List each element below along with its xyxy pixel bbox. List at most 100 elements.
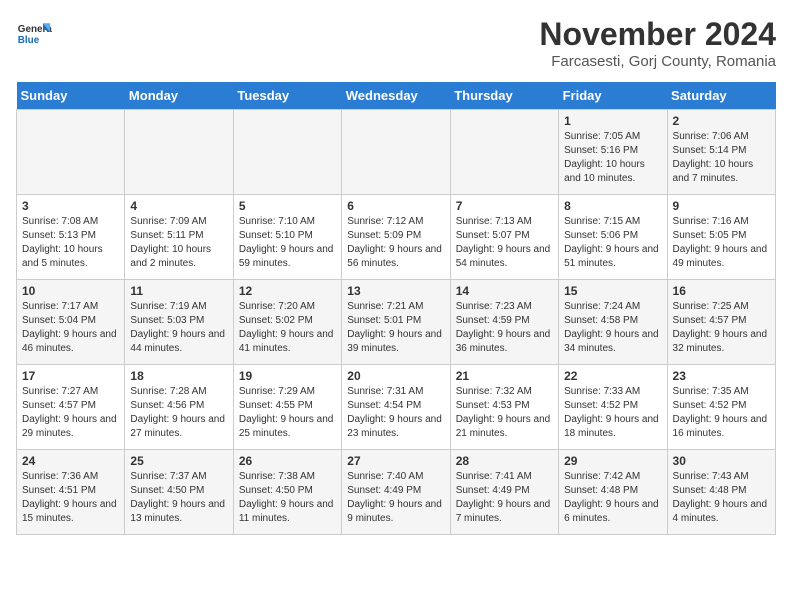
weekday-header-friday: Friday [559,82,667,110]
logo-icon: General Blue [16,16,52,52]
day-info: Sunrise: 7:21 AM Sunset: 5:01 PM Dayligh… [347,300,444,356]
day-number: 2 [673,114,770,128]
day-number: 8 [564,199,661,213]
day-info: Sunrise: 7:17 AM Sunset: 5:04 PM Dayligh… [22,300,119,356]
day-info: Sunrise: 7:42 AM Sunset: 4:48 PM Dayligh… [564,470,661,526]
calendar-cell: 25 Sunrise: 7:37 AM Sunset: 4:50 PM Dayli… [125,450,233,535]
calendar-cell: 21 Sunrise: 7:32 AM Sunset: 4:53 PM Dayli… [450,365,558,450]
day-info: Sunrise: 7:24 AM Sunset: 4:58 PM Dayligh… [564,300,661,356]
calendar-week-row: 3Sunrise: 7:08 AM Sunset: 5:13 PM Daylig… [17,195,776,280]
day-number: 24 [22,454,119,468]
weekday-header-monday: Monday [125,82,233,110]
calendar-cell [17,110,125,195]
day-info: Sunrise: 7:13 AM Sunset: 5:07 PM Dayligh… [456,215,553,271]
calendar-cell: 6Sunrise: 7:12 AM Sunset: 5:09 PM Daylig… [342,195,450,280]
calendar-cell: 15 Sunrise: 7:24 AM Sunset: 4:58 PM Dayli… [559,280,667,365]
calendar-cell: 7 Sunrise: 7:13 AM Sunset: 5:07 PM Daylig… [450,195,558,280]
day-info: Sunrise: 7:36 AM Sunset: 4:51 PM Dayligh… [22,470,119,526]
calendar-cell [450,110,558,195]
calendar-cell: 8 Sunrise: 7:15 AM Sunset: 5:06 PM Daylig… [559,195,667,280]
day-number: 26 [239,454,336,468]
day-number: 6 [347,199,444,213]
day-info: Sunrise: 7:29 AM Sunset: 4:55 PM Dayligh… [239,385,336,441]
calendar-week-row: 10Sunrise: 7:17 AM Sunset: 5:04 PM Dayli… [17,280,776,365]
day-number: 18 [130,369,227,383]
day-info: Sunrise: 7:06 AM Sunset: 5:14 PM Dayligh… [673,130,770,186]
day-number: 12 [239,284,336,298]
calendar-cell: 1Sunrise: 7:05 AM Sunset: 5:16 PM Daylig… [559,110,667,195]
calendar-cell: 28Sunrise: 7:41 AM Sunset: 4:49 PM Dayli… [450,450,558,535]
calendar-cell: 22 Sunrise: 7:33 AM Sunset: 4:52 PM Dayli… [559,365,667,450]
calendar-cell: 23 Sunrise: 7:35 AM Sunset: 4:52 PM Dayli… [667,365,775,450]
calendar-cell: 10Sunrise: 7:17 AM Sunset: 5:04 PM Dayli… [17,280,125,365]
calendar-cell: 16Sunrise: 7:25 AM Sunset: 4:57 PM Dayli… [667,280,775,365]
calendar-cell: 27 Sunrise: 7:40 AM Sunset: 4:49 PM Dayli… [342,450,450,535]
calendar-cell: 19 Sunrise: 7:29 AM Sunset: 4:55 PM Dayli… [233,365,341,450]
day-number: 14 [456,284,553,298]
weekday-header-row: SundayMondayTuesdayWednesdayThursdayFrid… [17,82,776,110]
calendar-cell [125,110,233,195]
day-info: Sunrise: 7:37 AM Sunset: 4:50 PM Dayligh… [130,470,227,526]
calendar-cell: 14Sunrise: 7:23 AM Sunset: 4:59 PM Dayli… [450,280,558,365]
title-section: November 2024 Farcasesti, Gorj County, R… [539,16,776,70]
day-info: Sunrise: 7:15 AM Sunset: 5:06 PM Dayligh… [564,215,661,271]
weekday-header-saturday: Saturday [667,82,775,110]
day-number: 22 [564,369,661,383]
day-info: Sunrise: 7:27 AM Sunset: 4:57 PM Dayligh… [22,385,119,441]
day-number: 13 [347,284,444,298]
day-number: 27 [347,454,444,468]
day-info: Sunrise: 7:38 AM Sunset: 4:50 PM Dayligh… [239,470,336,526]
calendar-week-row: 24 Sunrise: 7:36 AM Sunset: 4:51 PM Dayli… [17,450,776,535]
calendar-cell: 12 Sunrise: 7:20 AM Sunset: 5:02 PM Dayli… [233,280,341,365]
day-number: 11 [130,284,227,298]
calendar-cell: 3Sunrise: 7:08 AM Sunset: 5:13 PM Daylig… [17,195,125,280]
day-info: Sunrise: 7:16 AM Sunset: 5:05 PM Dayligh… [673,215,770,271]
calendar-cell: 5Sunrise: 7:10 AM Sunset: 5:10 PM Daylig… [233,195,341,280]
day-number: 28 [456,454,553,468]
weekday-header-thursday: Thursday [450,82,558,110]
calendar-cell: 26 Sunrise: 7:38 AM Sunset: 4:50 PM Dayli… [233,450,341,535]
day-number: 19 [239,369,336,383]
day-number: 15 [564,284,661,298]
calendar-cell: 29 Sunrise: 7:42 AM Sunset: 4:48 PM Dayli… [559,450,667,535]
day-number: 5 [239,199,336,213]
day-info: Sunrise: 7:33 AM Sunset: 4:52 PM Dayligh… [564,385,661,441]
calendar-cell: 30Sunrise: 7:43 AM Sunset: 4:48 PM Dayli… [667,450,775,535]
logo: General Blue [16,16,52,52]
day-number: 23 [673,369,770,383]
day-info: Sunrise: 7:09 AM Sunset: 5:11 PM Dayligh… [130,215,227,271]
calendar-cell: 17 Sunrise: 7:27 AM Sunset: 4:57 PM Dayli… [17,365,125,450]
day-number: 1 [564,114,661,128]
header: General Blue November 2024 Farcasesti, G… [16,16,776,70]
calendar-cell: 11 Sunrise: 7:19 AM Sunset: 5:03 PM Dayli… [125,280,233,365]
day-number: 17 [22,369,119,383]
calendar-cell: 24 Sunrise: 7:36 AM Sunset: 4:51 PM Dayli… [17,450,125,535]
calendar-week-row: 17 Sunrise: 7:27 AM Sunset: 4:57 PM Dayli… [17,365,776,450]
calendar-cell: 9 Sunrise: 7:16 AM Sunset: 5:05 PM Daylig… [667,195,775,280]
month-year-title: November 2024 [539,16,776,53]
day-info: Sunrise: 7:32 AM Sunset: 4:53 PM Dayligh… [456,385,553,441]
day-number: 9 [673,199,770,213]
day-info: Sunrise: 7:35 AM Sunset: 4:52 PM Dayligh… [673,385,770,441]
day-number: 29 [564,454,661,468]
day-number: 25 [130,454,227,468]
calendar-cell: 2 Sunrise: 7:06 AM Sunset: 5:14 PM Daylig… [667,110,775,195]
calendar-cell: 20 Sunrise: 7:31 AM Sunset: 4:54 PM Dayli… [342,365,450,450]
day-number: 20 [347,369,444,383]
day-number: 7 [456,199,553,213]
day-info: Sunrise: 7:43 AM Sunset: 4:48 PM Dayligh… [673,470,770,526]
day-info: Sunrise: 7:20 AM Sunset: 5:02 PM Dayligh… [239,300,336,356]
day-info: Sunrise: 7:31 AM Sunset: 4:54 PM Dayligh… [347,385,444,441]
calendar-cell: 18 Sunrise: 7:28 AM Sunset: 4:56 PM Dayli… [125,365,233,450]
day-number: 21 [456,369,553,383]
svg-text:Blue: Blue [18,35,40,46]
calendar-cell: 4Sunrise: 7:09 AM Sunset: 5:11 PM Daylig… [125,195,233,280]
weekday-header-wednesday: Wednesday [342,82,450,110]
calendar-body: 1Sunrise: 7:05 AM Sunset: 5:16 PM Daylig… [17,110,776,535]
location-subtitle: Farcasesti, Gorj County, Romania [539,53,776,70]
day-info: Sunrise: 7:28 AM Sunset: 4:56 PM Dayligh… [130,385,227,441]
day-info: Sunrise: 7:40 AM Sunset: 4:49 PM Dayligh… [347,470,444,526]
day-info: Sunrise: 7:08 AM Sunset: 5:13 PM Dayligh… [22,215,119,271]
day-number: 16 [673,284,770,298]
day-info: Sunrise: 7:19 AM Sunset: 5:03 PM Dayligh… [130,300,227,356]
